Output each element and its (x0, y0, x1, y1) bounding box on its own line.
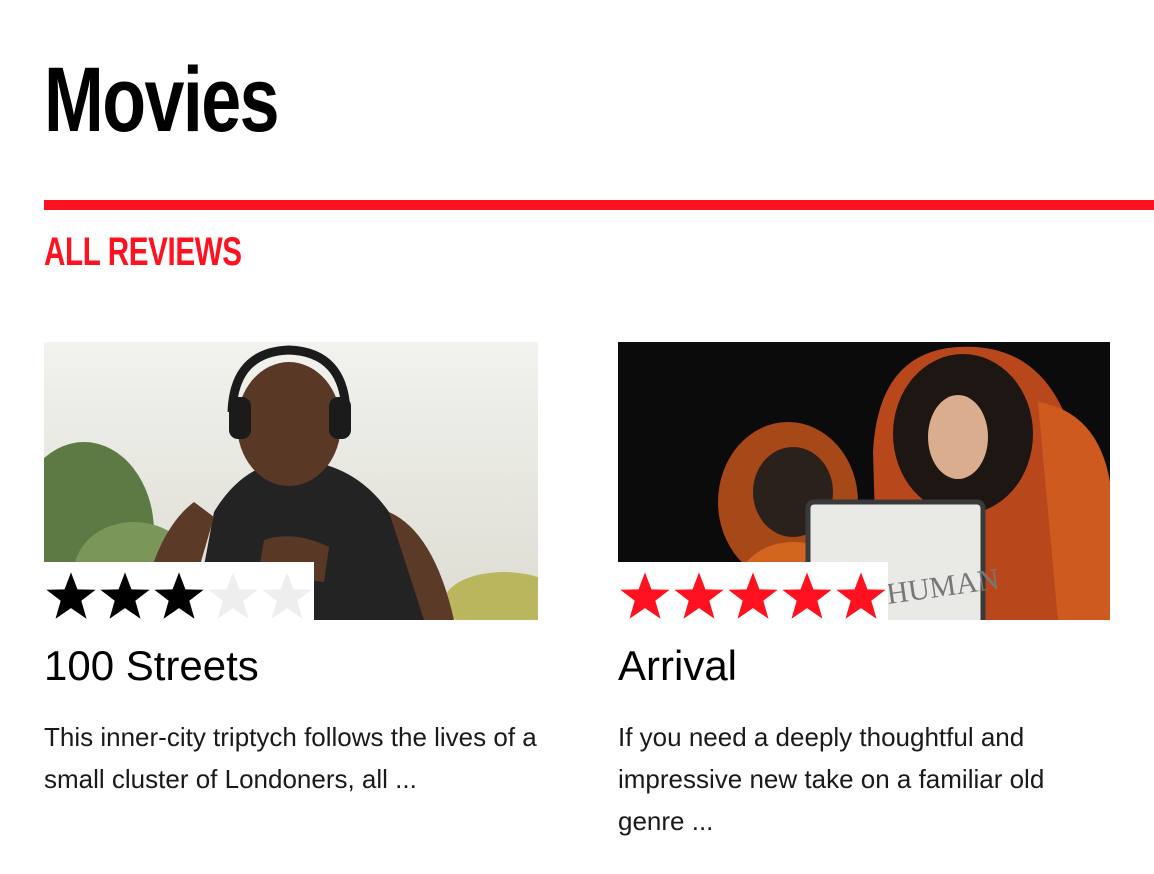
review-card-link[interactable]: 100 Streets (44, 342, 538, 690)
star-filled-icon (620, 572, 670, 620)
review-image[interactable]: HUMAN (618, 342, 1110, 620)
star-filled-icon (836, 572, 886, 620)
page-title: Movies (44, 49, 279, 151)
review-excerpt: This inner-city triptych follows the liv… (44, 722, 537, 794)
star-empty-icon (262, 572, 312, 620)
review-image[interactable] (44, 342, 538, 620)
review-card: 100 Streets This inner-city triptych fol… (44, 342, 538, 800)
stars (44, 570, 314, 620)
review-title[interactable]: 100 Streets (44, 642, 538, 690)
star-filled-icon (46, 572, 96, 620)
star-empty-icon (208, 572, 258, 620)
star-filled-icon (782, 572, 832, 620)
star-filled-icon (674, 572, 724, 620)
review-card: HUMAN Arrival If you need a deeply thoug… (618, 342, 1110, 842)
review-excerpt: If you need a deeply thoughtful and impr… (618, 722, 1045, 836)
stars (618, 570, 888, 620)
star-filled-icon (728, 572, 778, 620)
review-title[interactable]: Arrival (618, 642, 1110, 690)
star-rating (44, 562, 314, 620)
star-rating (618, 562, 888, 620)
section-divider (44, 200, 1154, 210)
section-title: ALL REVIEWS (44, 230, 242, 274)
review-card-link[interactable]: HUMAN Arrival (618, 342, 1110, 690)
star-filled-icon (100, 572, 150, 620)
star-filled-icon (154, 572, 204, 620)
